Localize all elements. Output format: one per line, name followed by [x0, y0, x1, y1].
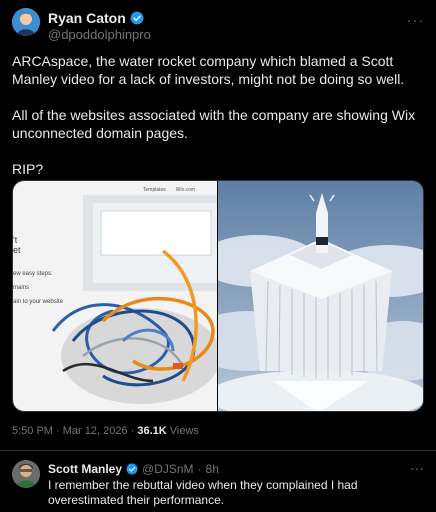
reply-separator: ·: [197, 462, 202, 476]
reply-header: Scott Manley @DJSnM · 8h: [48, 462, 219, 476]
wix-text: ew easy steps:: [13, 271, 53, 277]
wix-text: et: [13, 245, 21, 255]
post-meta: 5:50 PM · Mar 12, 2026 · 36.1K Views: [12, 425, 199, 437]
views-count: 36.1K: [137, 425, 167, 437]
more-horizontal-icon[interactable]: ···: [407, 12, 424, 28]
display-name[interactable]: Ryan Caton: [48, 10, 126, 26]
wix-text: ain to your website: [13, 299, 64, 305]
media-image-wix-cables[interactable]: Templates Wix.com 't et ew easy steps: m…: [13, 181, 218, 411]
media-image-rocket[interactable]: [218, 181, 423, 411]
media-grid[interactable]: Templates Wix.com 't et ew easy steps: m…: [12, 180, 424, 412]
handle[interactable]: @dpoddolphinpro: [48, 27, 151, 42]
reply-display-name[interactable]: Scott Manley: [48, 462, 122, 476]
avatar[interactable]: [12, 8, 40, 36]
rocket-over-clouds-image: [218, 181, 423, 411]
reply-text: I remember the rebuttal video when they …: [48, 478, 358, 507]
reply-handle[interactable]: @DJSnM: [142, 462, 194, 476]
divider: [0, 450, 436, 451]
post-paragraph: All of the websites associated with the …: [12, 107, 419, 141]
post-paragraph: RIP?: [12, 161, 44, 177]
post-header: Ryan Caton @dpoddolphinpro ···: [12, 8, 424, 44]
wix-text: mains: [13, 285, 30, 291]
wix-text: 't: [13, 235, 18, 245]
name-row: Ryan Caton: [48, 10, 144, 26]
verified-badge-icon: [126, 463, 138, 475]
verified-badge-icon: [130, 11, 144, 25]
tangled-cables-image: [51, 195, 217, 404]
reply-age[interactable]: 8h: [206, 462, 219, 476]
post-paragraph: ARCAspace, the water rocket company whic…: [12, 53, 405, 87]
views-label: Views: [166, 425, 199, 437]
post-text: ARCAspace, the water rocket company whic…: [12, 52, 424, 196]
timestamp[interactable]: 5:50 PM · Mar 12, 2026 ·: [12, 425, 137, 437]
reply-avatar[interactable]: [12, 460, 40, 488]
more-horizontal-icon[interactable]: ···: [410, 460, 424, 476]
